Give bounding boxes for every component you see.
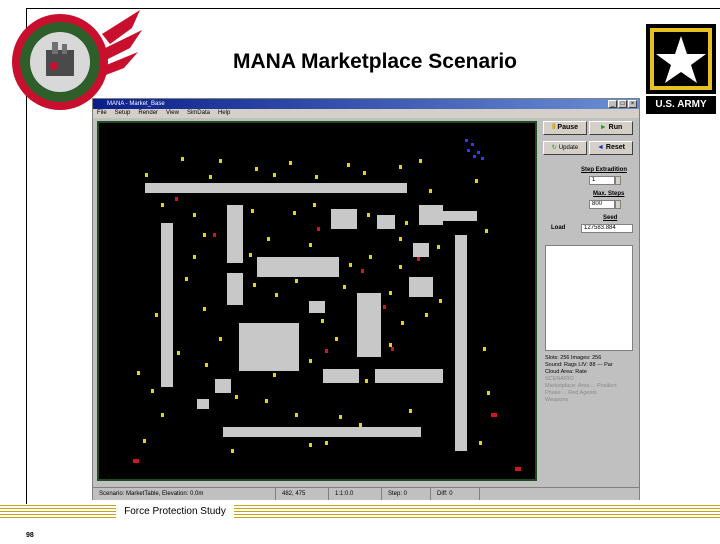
pause-button[interactable]: ‖ Pause xyxy=(543,121,587,135)
stats-faint-3: Phase ... Red Agents xyxy=(545,390,597,396)
window-controls: _ □ × xyxy=(608,100,637,108)
pause-icon: ‖ xyxy=(551,124,556,131)
building xyxy=(227,273,243,305)
stats-faint-2: Marketplace: Area ... Position xyxy=(545,383,617,389)
footer-label: Force Protection Study xyxy=(116,505,234,519)
building xyxy=(419,205,443,225)
footer-band-1 xyxy=(0,505,720,506)
control-panel: ‖ Pause ► Run ↻ Update ◄ Reset Step Extradit… xyxy=(541,119,637,481)
stats-line-1: Slots: 256 Images: 256 xyxy=(545,355,602,361)
window-titlebar[interactable]: MANA - Market_Base _ □ × xyxy=(93,99,639,109)
map-canvas[interactable] xyxy=(99,123,535,479)
army-logo-text: U.S. ARMY xyxy=(655,99,707,110)
building xyxy=(331,209,357,229)
minimize-icon[interactable]: _ xyxy=(608,100,617,108)
load-label: Load xyxy=(551,225,566,231)
status-scenario: Scenario: MarketTable, Elevation: 0.0m xyxy=(93,488,276,500)
update-label: Update xyxy=(558,145,579,151)
menu-file[interactable]: File xyxy=(97,109,107,118)
menu-simdata[interactable]: SimData xyxy=(187,109,210,118)
simulation-map[interactable] xyxy=(97,121,537,481)
status-coords: 482, 475 xyxy=(276,488,329,500)
max-steps-spinner[interactable] xyxy=(615,200,621,209)
menu-help[interactable]: Help xyxy=(218,109,230,118)
building xyxy=(197,399,209,409)
play-icon: ► xyxy=(599,124,607,131)
step-label: Step Extradition xyxy=(581,167,628,173)
seed-input[interactable]: 127583.884 xyxy=(581,224,633,233)
mana-app-window: MANA - Market_Base _ □ × File Setup Rend… xyxy=(92,98,640,500)
building xyxy=(443,211,477,221)
step-spinner[interactable] xyxy=(615,176,621,185)
building xyxy=(455,235,467,451)
stats-faint-4: Weapons xyxy=(545,397,569,403)
maximize-icon[interactable]: □ xyxy=(618,100,627,108)
menu-setup[interactable]: Setup xyxy=(115,109,131,118)
building xyxy=(223,427,421,437)
output-panel xyxy=(545,245,633,351)
refresh-icon: ↻ xyxy=(551,145,557,151)
footer-band-4 xyxy=(0,514,720,515)
menu-view[interactable]: View xyxy=(166,109,179,118)
reset-label: Reset xyxy=(605,144,625,151)
status-bar: Scenario: MarketTable, Elevation: 0.0m 4… xyxy=(93,487,639,500)
seed-label: Seed xyxy=(603,215,618,221)
status-extra: Diff: 0 xyxy=(431,488,480,500)
page-number: 98 xyxy=(26,532,34,539)
stats-panel: Slots: 256 Images: 256 Sound: Rags LIV: … xyxy=(545,355,635,404)
building xyxy=(357,293,381,357)
stats-line-2: Sound: Rags LIV: 88 --- Par xyxy=(545,362,613,368)
step-input[interactable]: 1 xyxy=(589,176,615,185)
building xyxy=(239,323,299,371)
max-steps-input[interactable]: 800 xyxy=(589,200,615,209)
footer-band-3 xyxy=(0,511,720,512)
stats-line-3: Cloud Area: Rate xyxy=(545,369,587,375)
rewind-icon: ◄ xyxy=(596,144,604,151)
building xyxy=(257,257,339,277)
window-title: MANA - Market_Base xyxy=(107,101,165,107)
building xyxy=(309,301,325,313)
building xyxy=(227,205,243,263)
building xyxy=(323,369,359,383)
close-icon[interactable]: × xyxy=(628,100,637,108)
footer-band-5 xyxy=(0,517,720,518)
status-zoom: 1:1:0.0 xyxy=(329,488,382,500)
max-steps-label: Max. Steps xyxy=(593,191,625,197)
building xyxy=(413,243,429,257)
building xyxy=(409,277,433,297)
building xyxy=(377,215,395,229)
building xyxy=(161,223,173,387)
stats-faint-1: SCENARIO xyxy=(545,376,574,382)
reset-button[interactable]: ◄ Reset xyxy=(589,141,633,155)
footer-band-2 xyxy=(0,508,720,509)
blue-agents xyxy=(465,139,484,160)
status-step: Step: 0 xyxy=(382,488,431,500)
building xyxy=(215,379,231,393)
army-star-logo-icon: U.S. ARMY xyxy=(646,24,716,114)
menu-render[interactable]: Render xyxy=(138,109,158,118)
run-button[interactable]: ► Run xyxy=(589,121,633,135)
building xyxy=(375,369,443,383)
run-label: Run xyxy=(608,124,623,131)
slide-title: MANA Marketplace Scenario xyxy=(233,50,517,73)
update-button[interactable]: ↻ Update xyxy=(543,141,587,155)
building xyxy=(145,183,407,193)
pause-label: Pause xyxy=(557,124,579,131)
menu-bar: File Setup Render View SimData Help xyxy=(93,109,639,118)
slide: MANA Marketplace Scenario U.S. ARMY MANA… xyxy=(0,0,720,544)
